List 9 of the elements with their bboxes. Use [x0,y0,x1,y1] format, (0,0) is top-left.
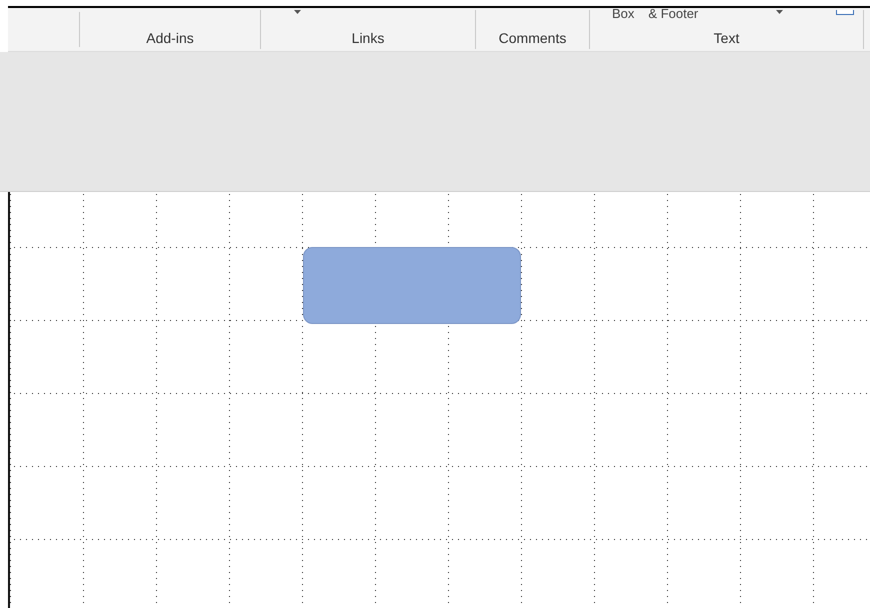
group-label: Comments [498,29,566,47]
ribbon-button[interactable]: & Footer [648,7,698,21]
checkbox-icon[interactable] [836,10,854,15]
caret-icon[interactable] [776,10,783,14]
group-label: Text [714,29,740,47]
ribbon-button[interactable]: Box [612,7,634,21]
caret-icon[interactable] [294,10,301,14]
group-label: Links [352,29,384,47]
group-label: Add-ins [146,29,194,47]
